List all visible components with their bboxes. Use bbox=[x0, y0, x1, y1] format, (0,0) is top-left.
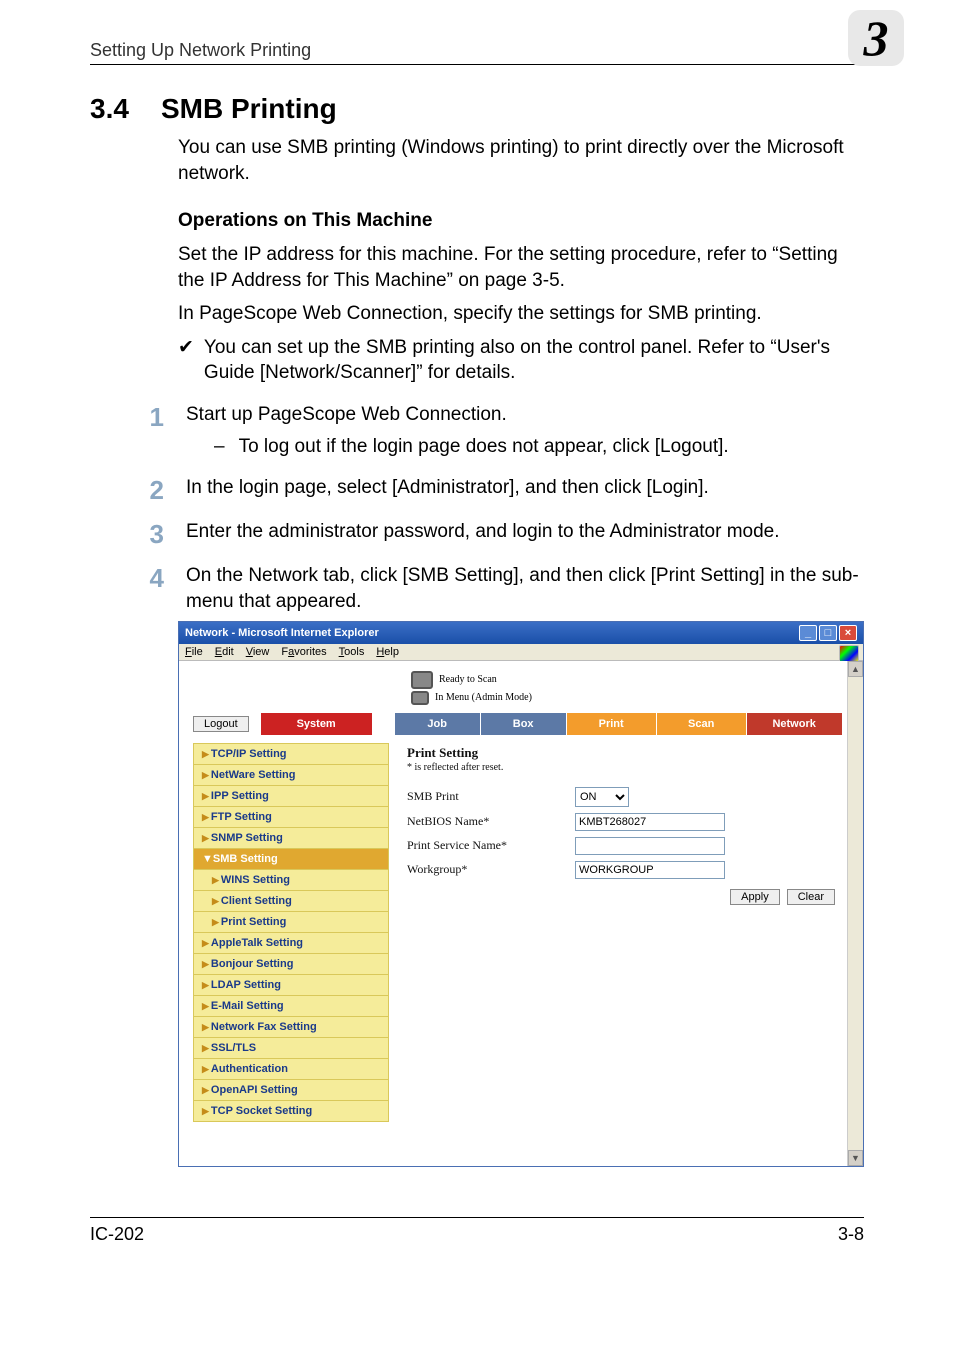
step-substep: To log out if the login page does not ap… bbox=[239, 434, 729, 460]
printer-icon bbox=[411, 691, 429, 705]
workgroup-label: Workgroup* bbox=[407, 862, 575, 877]
sidebar-item-openapi[interactable]: ▶OpenAPI Setting bbox=[193, 1080, 389, 1101]
chapter-number: 3 bbox=[864, 9, 889, 67]
netbios-label: NetBIOS Name* bbox=[407, 814, 575, 829]
menu-view[interactable]: View bbox=[246, 646, 270, 658]
tab-system[interactable]: System bbox=[261, 713, 373, 735]
menu-tools[interactable]: Tools bbox=[339, 646, 365, 658]
footer-left: IC-202 bbox=[90, 1224, 144, 1245]
intro-paragraph: You can use SMB printing (Windows printi… bbox=[178, 135, 864, 186]
titlebar: Network - Microsoft Internet Explorer _ … bbox=[179, 622, 863, 644]
menu-edit[interactable]: Edit bbox=[215, 646, 234, 658]
printer-icon bbox=[411, 671, 433, 689]
sidebar-item-email[interactable]: ▶E-Mail Setting bbox=[193, 996, 389, 1017]
service-name-input[interactable] bbox=[575, 837, 725, 855]
panel-note: * is reflected after reset. bbox=[407, 762, 837, 773]
sidebar-item-client[interactable]: ▶Client Setting bbox=[193, 891, 389, 912]
logout-button[interactable]: Logout bbox=[193, 716, 249, 732]
scroll-down-icon[interactable]: ▼ bbox=[848, 1150, 863, 1166]
page-footer: IC-202 3-8 bbox=[90, 1217, 864, 1245]
checklist-item: ✔ You can set up the SMB printing also o… bbox=[178, 335, 864, 386]
step-text: Start up PageScope Web Connection. bbox=[186, 404, 507, 425]
sidebar-item-ftp[interactable]: ▶FTP Setting bbox=[193, 807, 389, 828]
status-ready: Ready to Scan bbox=[439, 674, 497, 685]
header-section: Setting Up Network Printing bbox=[90, 40, 311, 61]
sidebar: ▶TCP/IP Setting ▶NetWare Setting ▶IPP Se… bbox=[193, 743, 389, 1122]
sidebar-item-bonjour[interactable]: ▶Bonjour Setting bbox=[193, 954, 389, 975]
tab-print[interactable]: Print bbox=[567, 713, 657, 735]
subsection-heading: Operations on This Machine bbox=[178, 208, 864, 234]
menubar: File Edit View Favorites Tools Help bbox=[179, 644, 863, 661]
sidebar-item-appletalk[interactable]: ▶AppleTalk Setting bbox=[193, 933, 389, 954]
checklist-text: You can set up the SMB printing also on … bbox=[204, 335, 864, 386]
tab-job[interactable]: Job bbox=[395, 713, 481, 735]
sidebar-item-snmp[interactable]: ▶SNMP Setting bbox=[193, 828, 389, 849]
smb-print-label: SMB Print bbox=[407, 789, 575, 804]
section-number: 3.4 bbox=[90, 93, 129, 125]
sidebar-item-smb[interactable]: ▼SMB Setting bbox=[193, 849, 389, 870]
sidebar-item-authentication[interactable]: ▶Authentication bbox=[193, 1059, 389, 1080]
panel-title: Print Setting bbox=[407, 745, 837, 761]
window-maximize-button[interactable]: □ bbox=[819, 625, 837, 641]
sidebar-item-ipp[interactable]: ▶IPP Setting bbox=[193, 786, 389, 807]
smb-print-select[interactable]: ON bbox=[575, 787, 629, 807]
menu-file[interactable]: File bbox=[185, 646, 203, 658]
scroll-up-icon[interactable]: ▲ bbox=[848, 661, 863, 677]
service-name-label: Print Service Name* bbox=[407, 838, 575, 853]
netbios-input[interactable] bbox=[575, 813, 725, 831]
page-content: Ready to Scan In Menu (Admin Mode) Logou… bbox=[179, 661, 863, 1166]
status-mode: In Menu (Admin Mode) bbox=[435, 692, 532, 703]
sidebar-item-netware[interactable]: ▶NetWare Setting bbox=[193, 765, 389, 786]
sidebar-item-printsetting[interactable]: ▶Print Setting bbox=[193, 912, 389, 933]
apply-button[interactable]: Apply bbox=[730, 889, 780, 905]
step-number: 3 bbox=[142, 521, 164, 547]
sidebar-item-wins[interactable]: ▶WINS Setting bbox=[193, 870, 389, 891]
chapter-badge-bg: 3 bbox=[848, 10, 904, 66]
window-close-button[interactable]: × bbox=[839, 625, 857, 641]
paragraph-2: In PageScope Web Connection, specify the… bbox=[178, 301, 864, 327]
sidebar-item-ldap[interactable]: ▶LDAP Setting bbox=[193, 975, 389, 996]
step-text: Enter the administrator password, and lo… bbox=[186, 521, 780, 542]
browser-window: Network - Microsoft Internet Explorer _ … bbox=[178, 621, 864, 1167]
step-number: 2 bbox=[142, 477, 164, 503]
workgroup-input[interactable] bbox=[575, 861, 725, 879]
window-title: Network - Microsoft Internet Explorer bbox=[185, 627, 379, 639]
clear-button[interactable]: Clear bbox=[787, 889, 835, 905]
section-title: SMB Printing bbox=[161, 93, 337, 125]
window-minimize-button[interactable]: _ bbox=[799, 625, 817, 641]
paragraph-1: Set the IP address for this machine. For… bbox=[178, 242, 864, 293]
scrollbar[interactable]: ▲ ▼ bbox=[847, 661, 863, 1166]
running-header: Setting Up Network Printing bbox=[90, 40, 864, 65]
step-text: In the login page, select [Administrator… bbox=[186, 477, 709, 498]
footer-right: 3-8 bbox=[838, 1224, 864, 1245]
tab-network[interactable]: Network bbox=[747, 713, 843, 735]
settings-panel: Print Setting * is reflected after reset… bbox=[389, 743, 849, 1122]
step-text: On the Network tab, click [SMB Setting],… bbox=[186, 565, 859, 612]
menu-favorites[interactable]: Favorites bbox=[281, 646, 326, 658]
step-number: 4 bbox=[142, 565, 164, 614]
tab-scan[interactable]: Scan bbox=[657, 713, 747, 735]
sidebar-item-tcpsocket[interactable]: ▶TCP Socket Setting bbox=[193, 1101, 389, 1122]
tab-box[interactable]: Box bbox=[481, 713, 567, 735]
checkmark-icon: ✔ bbox=[178, 335, 194, 386]
sidebar-item-tcpip[interactable]: ▶TCP/IP Setting bbox=[193, 743, 389, 765]
menu-help[interactable]: Help bbox=[376, 646, 399, 658]
step-number: 1 bbox=[142, 404, 164, 459]
sidebar-item-ssltls[interactable]: ▶SSL/TLS bbox=[193, 1038, 389, 1059]
sidebar-item-networkfax[interactable]: ▶Network Fax Setting bbox=[193, 1017, 389, 1038]
dash-bullet: – bbox=[214, 434, 225, 460]
